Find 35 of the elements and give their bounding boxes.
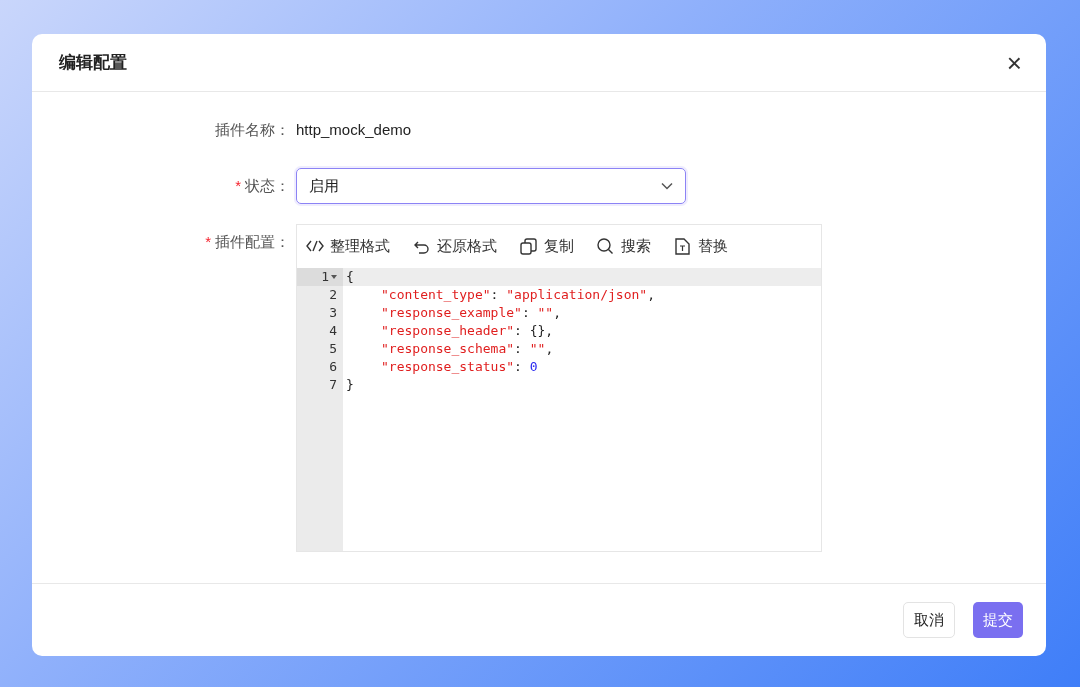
dialog-title: 编辑配置: [59, 51, 127, 74]
line-number: 4: [328, 322, 338, 340]
field-label: 插件名称：: [215, 121, 290, 138]
line-number: 2: [328, 286, 338, 304]
line-number: 3: [328, 304, 338, 322]
code-line: "content_type": "application/json",: [380, 286, 656, 304]
code-line: "response_header": {},: [380, 322, 555, 340]
line-number: 1: [297, 268, 343, 286]
code-line: "response_example": "",: [380, 304, 563, 322]
field-label: 状态：: [245, 177, 290, 194]
document-icon: [673, 237, 692, 256]
cancel-button[interactable]: 取消: [903, 602, 955, 638]
code-line: "response_schema": "",: [380, 340, 555, 358]
toolbar-button[interactable]: 复制: [519, 235, 574, 258]
code-line: "response_status": 0: [380, 358, 539, 376]
toolbar-button[interactable]: 整理格式: [305, 235, 390, 258]
line-number: 5: [328, 340, 338, 358]
submit-button[interactable]: 提交: [973, 602, 1023, 638]
code-editor[interactable]: 整理格式 还原格式 复制 搜索 替换 1 2 3 4 5 6 7 { "content_type": "application/json", "response_example": "", "response_header": {}, "response_schema": "", "response_status": 0 }: [296, 224, 822, 552]
toolbar-button[interactable]: 还原格式: [412, 235, 497, 258]
line-number: 6: [328, 358, 338, 376]
line-number: 7: [328, 376, 338, 394]
chevron-down-icon: [661, 182, 673, 190]
fold-caret-icon[interactable]: [331, 275, 337, 279]
toolbar-button[interactable]: 替换: [673, 235, 728, 258]
code-line: }: [346, 376, 355, 394]
close-button[interactable]: ×: [1006, 49, 1022, 76]
copy-icon: [519, 237, 538, 256]
required-asterisk: *: [235, 177, 241, 194]
field-label: 插件配置：: [215, 233, 290, 250]
search-icon: [596, 237, 615, 256]
status-select[interactable]: 启用: [296, 168, 686, 204]
plugin-name-value: http_mock_demo: [296, 120, 412, 140]
toolbar-button[interactable]: 搜索: [596, 235, 651, 258]
required-asterisk: *: [205, 233, 211, 250]
